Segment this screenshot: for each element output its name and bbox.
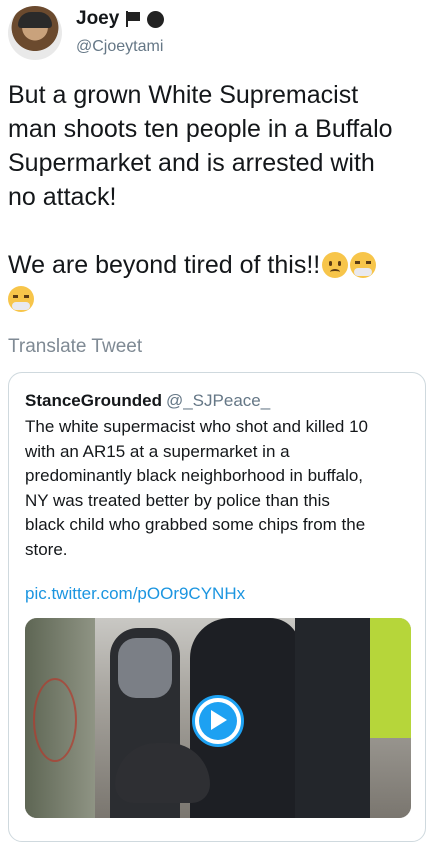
- tweet-line-last: We are beyond tired of this!!: [8, 248, 428, 282]
- video-thumbnail[interactable]: [25, 618, 411, 818]
- quoted-author-row: StanceGrounded @_SJPeace_: [25, 391, 270, 411]
- author-handle[interactable]: @Cjoeytami: [76, 38, 163, 56]
- quoted-handle: @_SJPeace_: [165, 391, 271, 410]
- author-name-row: Joey: [76, 8, 165, 30]
- quoted-line: with an AR15 at a supermarket in a: [25, 441, 290, 461]
- video-scene-officer: [295, 618, 370, 818]
- tweet: Joey @Cjoeytami But a grown White Suprem…: [0, 0, 432, 842]
- avatar-cap: [18, 12, 52, 28]
- avatar[interactable]: [8, 6, 62, 60]
- video-scene-hi-vis-vest: [370, 618, 411, 738]
- quoted-display-name: StanceGrounded: [25, 391, 162, 410]
- translate-tweet-link[interactable]: Translate Tweet: [8, 336, 142, 358]
- quoted-line: predominantly black neighborhood in buff…: [25, 466, 364, 485]
- tweet-line: We are beyond tired of this!!: [8, 251, 321, 279]
- tweet-text: But a grown White Supremacist man shoots…: [8, 78, 428, 316]
- face-with-steam-emoji: [8, 286, 34, 312]
- quoted-tweet[interactable]: StanceGrounded @_SJPeace_ The white super…: [8, 372, 426, 842]
- face-with-steam-emoji: [350, 252, 377, 278]
- author-display-name[interactable]: Joey: [76, 8, 119, 30]
- flag-icon: [125, 11, 141, 27]
- tweet-line: no attack!: [8, 183, 117, 211]
- quoted-line: NY was treated better by police than thi…: [25, 490, 330, 510]
- quoted-line: The white supermacist who shot and kille…: [25, 417, 369, 436]
- quoted-line: black child who grabbed some chips from …: [25, 515, 366, 534]
- video-scene-bicycle: [33, 678, 77, 762]
- play-triangle: [211, 710, 227, 730]
- quoted-line: store.: [25, 539, 68, 559]
- tweet-line: But a grown White Supremacist: [8, 81, 359, 109]
- tweet-line-emoji: [8, 282, 428, 316]
- tweet-line: man shoots ten people in a Buffalo: [8, 115, 393, 143]
- tweet-line: Supermarket and is arrested with: [8, 149, 375, 177]
- black-circle-icon: [147, 10, 165, 28]
- quoted-media-link[interactable]: pic.twitter.com/pOOr9CYNHx: [25, 584, 245, 604]
- play-button[interactable]: [192, 695, 244, 747]
- confused-face-emoji: [322, 252, 349, 278]
- quoted-text: The white supermacist who shot and kille…: [25, 415, 417, 562]
